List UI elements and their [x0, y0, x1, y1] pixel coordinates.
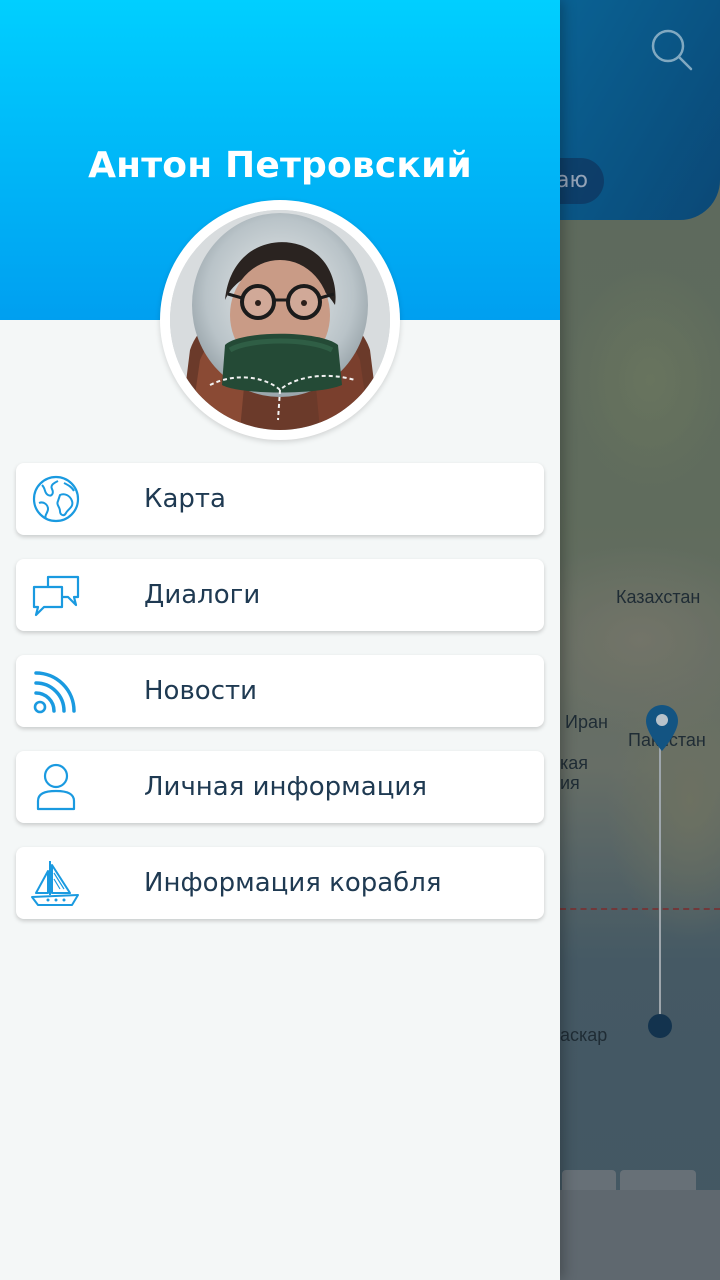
- avatar-photo: [170, 210, 390, 430]
- menu-item-label: Информация корабля: [144, 868, 442, 898]
- menu-item-dialogs[interactable]: Диалоги: [16, 559, 544, 631]
- menu-item-label: Новости: [144, 676, 258, 706]
- navigation-drawer: Антон Петровский Карта Диалоги Новости Л…: [0, 0, 560, 1280]
- menu-item-label: Диалоги: [144, 580, 261, 610]
- menu-item-label: Карта: [144, 484, 226, 514]
- sailboat-icon: [31, 861, 79, 906]
- menu-item-news[interactable]: Новости: [16, 655, 544, 727]
- menu-item-ship-info[interactable]: Информация корабля: [16, 847, 544, 919]
- user-name: Антон Петровский: [88, 145, 472, 186]
- menu-item-label: Личная информация: [144, 772, 427, 802]
- menu-item-personal-info[interactable]: Личная информация: [16, 751, 544, 823]
- user-icon: [36, 763, 76, 811]
- drawer-menu: Карта Диалоги Новости Личная информация …: [16, 463, 544, 943]
- menu-item-map[interactable]: Карта: [16, 463, 544, 535]
- chat-icon: [32, 575, 80, 617]
- avatar[interactable]: [160, 200, 400, 440]
- avatar-image: [170, 210, 390, 430]
- rss-icon: [33, 671, 76, 714]
- globe-icon: [32, 475, 80, 523]
